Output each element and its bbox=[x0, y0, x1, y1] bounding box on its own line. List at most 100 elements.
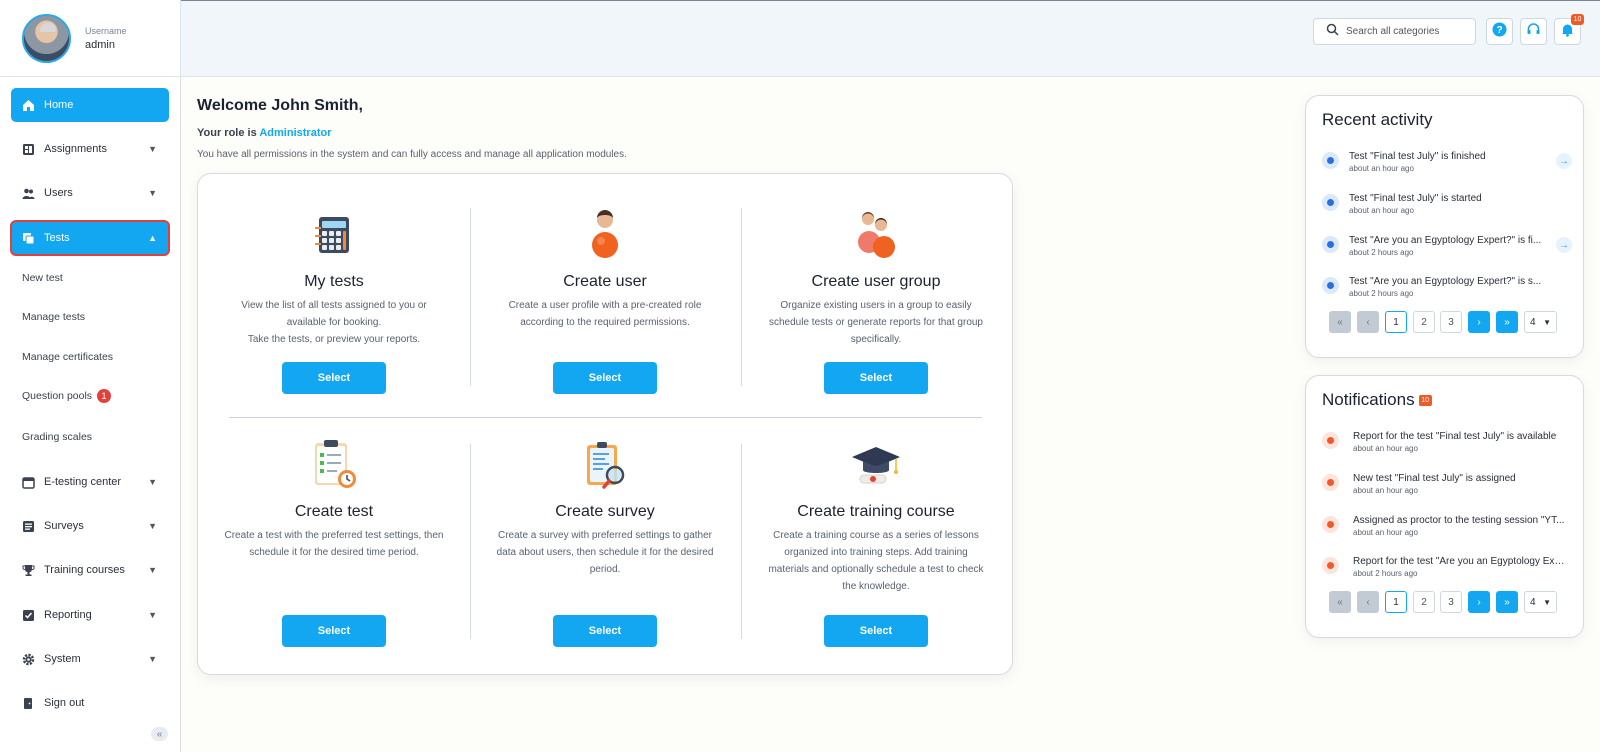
select-create-training-course-button[interactable]: Select bbox=[824, 615, 928, 647]
sidebar-item-reporting[interactable]: Reporting ▼ bbox=[11, 598, 169, 632]
support-button[interactable] bbox=[1520, 18, 1547, 45]
page-button[interactable]: 1 bbox=[1385, 311, 1407, 333]
next-page-button[interactable]: › bbox=[1468, 311, 1490, 333]
card-title: My tests bbox=[304, 273, 364, 290]
page-button[interactable]: 2 bbox=[1413, 311, 1435, 333]
sidebar-item-surveys[interactable]: Surveys ▼ bbox=[11, 509, 169, 543]
notifications-button[interactable]: 10 bbox=[1554, 14, 1584, 45]
card-create-user-group: Create user group Organize existing user… bbox=[751, 209, 1001, 348]
activity-item[interactable]: Test "Are you an Egyptology Expert?" is … bbox=[1322, 273, 1572, 307]
sidebar-item-etesting[interactable]: E-testing center ▼ bbox=[11, 465, 169, 499]
tests-icon bbox=[22, 232, 35, 245]
chevron-down-icon: ▼ bbox=[1543, 317, 1551, 327]
page-size-select[interactable]: 4 ▼ bbox=[1524, 591, 1557, 613]
first-page-button[interactable]: « bbox=[1329, 311, 1351, 333]
notification-item[interactable]: New test "Final test July" is assigned a… bbox=[1322, 470, 1572, 504]
sidebar: Username admin Home Assignments ▼ Users … bbox=[0, 0, 181, 752]
page-size-select[interactable]: 4 ▼ bbox=[1524, 311, 1557, 333]
sidebar-item-signout[interactable]: Sign out bbox=[11, 686, 169, 720]
notifications-title-text: Notifications bbox=[1322, 390, 1415, 409]
select-create-test-button[interactable]: Select bbox=[282, 615, 386, 647]
notification-text: Assigned as proctor to the testing sessi… bbox=[1353, 515, 1565, 526]
notification-item[interactable]: Report for the test "Final test July" is… bbox=[1322, 428, 1572, 462]
activity-text: Test "Are you an Egyptology Expert?" is … bbox=[1349, 235, 1542, 246]
sidebar-subitem-new-test[interactable]: New test bbox=[22, 272, 63, 284]
sidebar-item-training[interactable]: Training courses ▼ bbox=[11, 553, 169, 587]
card-description: Create a user profile with a pre-created… bbox=[508, 300, 702, 328]
activity-item[interactable]: Test "Are you an Egyptology Expert?" is … bbox=[1322, 232, 1572, 266]
search-input[interactable] bbox=[1346, 26, 1466, 37]
activity-item[interactable]: Test "Final test July" is started about … bbox=[1322, 190, 1572, 224]
card-create-user: Create user Create a user profile with a… bbox=[480, 209, 730, 331]
sidebar-item-users[interactable]: Users ▼ bbox=[11, 176, 169, 210]
users-icon bbox=[22, 187, 35, 200]
status-dot-icon bbox=[1322, 236, 1339, 253]
notification-text: Report for the test "Final test July" is… bbox=[1353, 431, 1557, 442]
divider bbox=[470, 444, 471, 639]
username-value: admin bbox=[85, 38, 115, 51]
sidebar-item-system[interactable]: System ▼ bbox=[11, 642, 169, 676]
page-button[interactable]: 3 bbox=[1440, 311, 1462, 333]
page-size-value: 4 bbox=[1530, 596, 1536, 608]
page-button[interactable]: 2 bbox=[1413, 591, 1435, 613]
card-description: Create a test with the preferred test se… bbox=[224, 530, 444, 558]
notification-item[interactable]: Report for the test "Are you an Egyptolo… bbox=[1322, 553, 1572, 587]
chevron-up-icon: ▲ bbox=[148, 233, 157, 243]
quick-actions-panel: My tests View the list of all tests assi… bbox=[197, 173, 1013, 675]
chevron-down-icon: ▼ bbox=[148, 654, 157, 664]
role-line: Your role is Administrator bbox=[197, 127, 331, 139]
last-page-button[interactable]: » bbox=[1496, 311, 1518, 333]
activity-text: Test "Final test July" is started bbox=[1349, 193, 1482, 204]
sidebar-subitem-label: Question pools bbox=[22, 389, 93, 402]
notifications-count-badge: 10 bbox=[1571, 14, 1584, 25]
page-button[interactable]: 3 bbox=[1440, 591, 1462, 613]
search-box[interactable] bbox=[1313, 18, 1476, 45]
sidebar-item-home[interactable]: Home bbox=[11, 88, 169, 122]
username-label: Username bbox=[85, 25, 127, 36]
role-value[interactable]: Administrator bbox=[259, 127, 331, 139]
page-button[interactable]: 1 bbox=[1385, 591, 1407, 613]
trophy-icon bbox=[22, 564, 35, 577]
sidebar-subitem-grading-scales[interactable]: Grading scales bbox=[22, 431, 92, 443]
divider bbox=[741, 444, 742, 639]
sign-out-icon bbox=[22, 697, 35, 710]
sidebar-item-label: Surveys bbox=[44, 520, 84, 532]
prev-page-button[interactable]: ‹ bbox=[1357, 591, 1379, 613]
collapse-sidebar-button[interactable]: « bbox=[151, 727, 168, 741]
card-create-survey: Create survey Create a survey with prefe… bbox=[480, 439, 730, 578]
question-pools-badge: 1 bbox=[97, 389, 112, 403]
select-create-user-button[interactable]: Select bbox=[553, 362, 657, 394]
divider bbox=[741, 208, 742, 386]
avatar[interactable] bbox=[22, 13, 71, 63]
activity-text: Test "Final test July" is finished bbox=[1349, 151, 1486, 162]
next-page-button[interactable]: › bbox=[1468, 591, 1490, 613]
assignments-icon bbox=[22, 143, 35, 156]
status-dot-icon bbox=[1322, 557, 1339, 574]
sidebar-subitem-manage-certificates[interactable]: Manage certificates bbox=[22, 351, 113, 363]
arrow-right-icon[interactable]: → bbox=[1556, 153, 1572, 169]
top-header: ? 10 bbox=[181, 0, 1600, 77]
notification-time: about an hour ago bbox=[1353, 528, 1418, 537]
first-page-button[interactable]: « bbox=[1329, 591, 1351, 613]
clipboard-checklist-icon bbox=[209, 439, 459, 491]
sidebar-subitem-question-pools[interactable]: Question pools 1 bbox=[22, 389, 112, 403]
chevron-down-icon: ▼ bbox=[148, 144, 157, 154]
profile-block: Username admin bbox=[0, 0, 180, 77]
last-page-button[interactable]: » bbox=[1496, 591, 1518, 613]
card-create-test: Create test Create a test with the prefe… bbox=[209, 439, 459, 561]
graduation-cap-icon bbox=[751, 439, 1001, 491]
select-create-user-group-button[interactable]: Select bbox=[824, 362, 928, 394]
select-my-tests-button[interactable]: Select bbox=[282, 362, 386, 394]
card-create-training-course: Create training course Create a training… bbox=[751, 439, 1001, 595]
status-dot-icon bbox=[1322, 516, 1339, 533]
arrow-right-icon[interactable]: → bbox=[1556, 237, 1572, 253]
prev-page-button[interactable]: ‹ bbox=[1357, 311, 1379, 333]
sidebar-item-tests[interactable]: Tests ▲ bbox=[10, 220, 170, 256]
select-create-survey-button[interactable]: Select bbox=[553, 615, 657, 647]
sidebar-subitem-manage-tests[interactable]: Manage tests bbox=[22, 311, 85, 323]
help-button[interactable]: ? bbox=[1486, 18, 1513, 45]
activity-item[interactable]: Test "Final test July" is finished about… bbox=[1322, 148, 1572, 182]
notification-item[interactable]: Assigned as proctor to the testing sessi… bbox=[1322, 512, 1572, 546]
activity-text: Test "Are you an Egyptology Expert?" is … bbox=[1349, 276, 1542, 287]
sidebar-item-assignments[interactable]: Assignments ▼ bbox=[11, 132, 169, 166]
